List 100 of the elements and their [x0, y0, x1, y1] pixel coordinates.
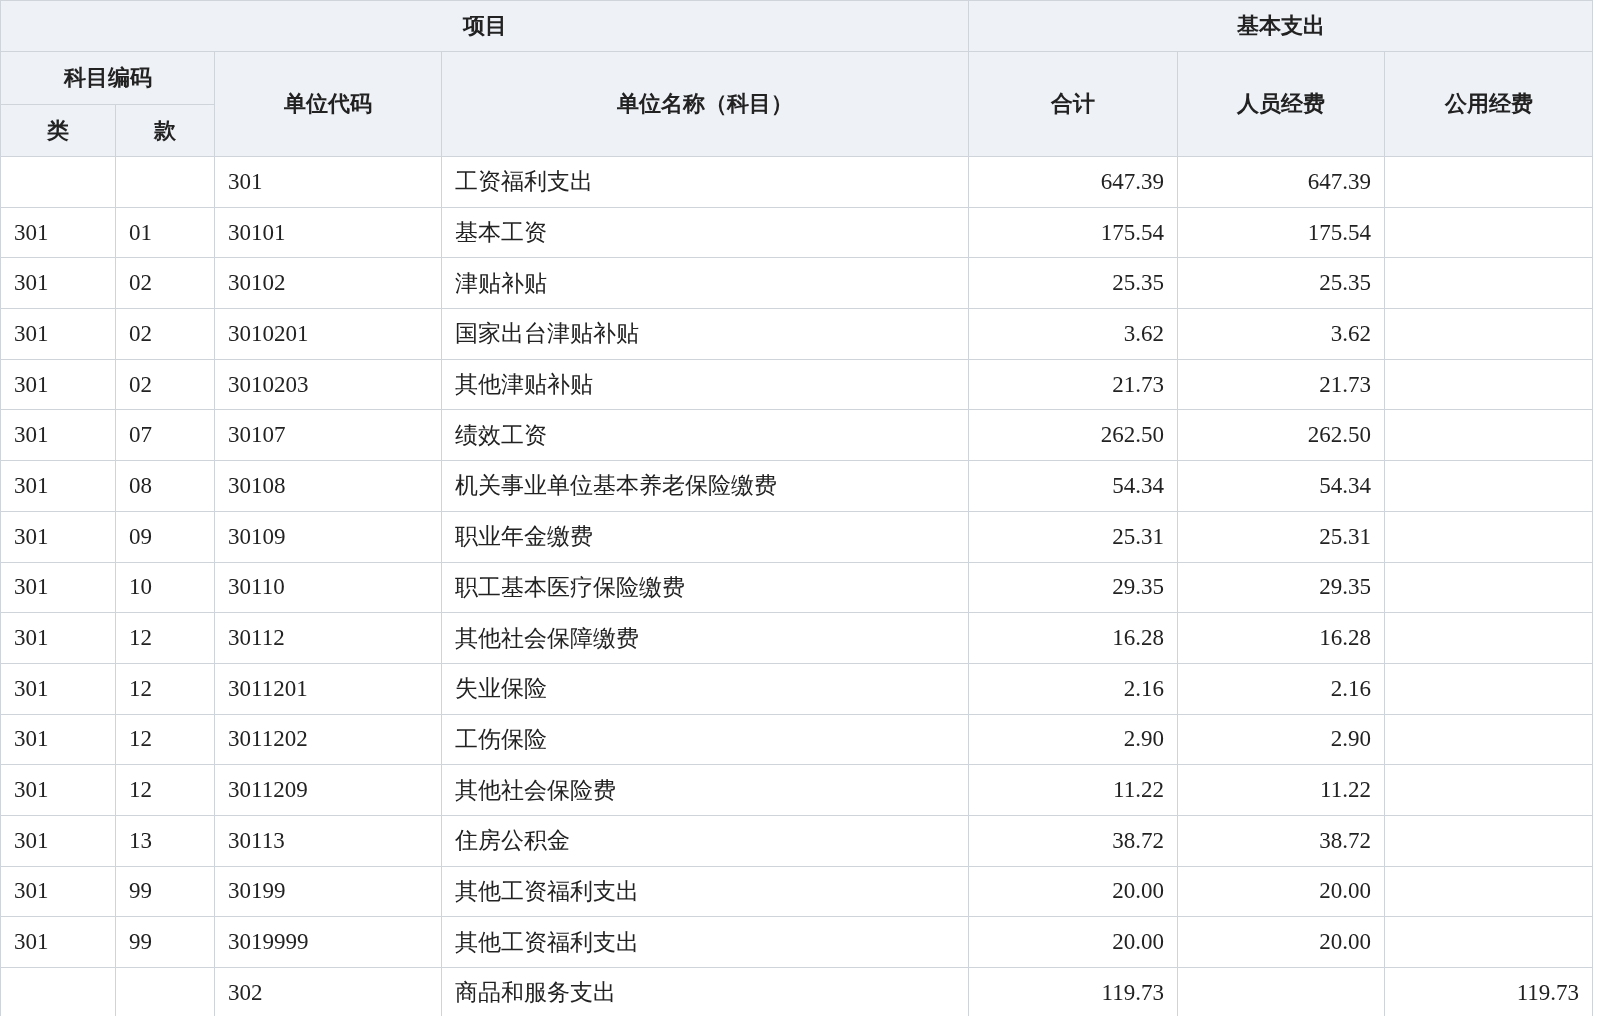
- header-cell: 基本支出: [968, 0, 1593, 52]
- table-cell: 10: [115, 562, 215, 613]
- table-cell: 16.28: [1177, 612, 1385, 664]
- table-cell: 13: [115, 815, 215, 867]
- table-cell: 30110: [214, 562, 442, 613]
- table-cell: 20.00: [1177, 866, 1385, 917]
- table-cell: 职业年金缴费: [441, 511, 969, 562]
- table-cell: 工资福利支出: [441, 156, 969, 208]
- table-cell: 301: [214, 156, 442, 208]
- table-cell: 其他津贴补贴: [441, 359, 969, 410]
- table-cell: 301: [0, 815, 116, 867]
- header-cell: 类: [0, 104, 116, 157]
- table-cell: 基本工资: [441, 207, 969, 258]
- table-cell: 机关事业单位基本养老保险缴费: [441, 460, 969, 512]
- table-cell: 01: [115, 207, 215, 258]
- header-cell: 单位代码: [214, 51, 442, 157]
- table-cell: 失业保险: [441, 663, 969, 715]
- table-cell: 11.22: [1177, 764, 1385, 816]
- table-cell: 3011201: [214, 663, 442, 715]
- table-cell: 12: [115, 663, 215, 715]
- table-cell: 301: [0, 663, 116, 715]
- header-cell: 款: [115, 104, 215, 157]
- table-cell: 54.34: [1177, 460, 1385, 512]
- table-cell: 38.72: [1177, 815, 1385, 867]
- table-cell: 02: [115, 257, 215, 309]
- table-cell: 其他社会保障缴费: [441, 612, 969, 664]
- table-cell: 99: [115, 866, 215, 917]
- table-cell: 301: [0, 511, 116, 562]
- table-cell: 30199: [214, 866, 442, 917]
- table-cell: 175.54: [968, 207, 1178, 258]
- table-cell: 3.62: [968, 308, 1178, 360]
- table-cell: 99: [115, 916, 215, 968]
- table-cell: 301: [0, 612, 116, 664]
- header-cell: 科目编码: [0, 51, 215, 105]
- table-cell: 301: [0, 257, 116, 309]
- table-cell: 其他工资福利支出: [441, 866, 969, 917]
- header-cell: 合计: [968, 51, 1178, 157]
- table-cell: 07: [115, 409, 215, 461]
- table-cell: 20.00: [968, 916, 1178, 968]
- table-cell: 54.34: [968, 460, 1178, 512]
- table-cell: 3011202: [214, 714, 442, 765]
- table-cell: 647.39: [968, 156, 1178, 208]
- table-cell: 3011209: [214, 764, 442, 816]
- table-cell: 29.35: [1177, 562, 1385, 613]
- table-cell: 30101: [214, 207, 442, 258]
- table-cell: 25.35: [1177, 257, 1385, 309]
- table-cell: 20.00: [968, 866, 1178, 917]
- table-cell: 301: [0, 714, 116, 765]
- table-cell: 30102: [214, 257, 442, 309]
- table-cell: 30108: [214, 460, 442, 512]
- table-cell: 国家出台津贴补贴: [441, 308, 969, 360]
- table-cell: 301: [0, 409, 116, 461]
- table-cell: 38.72: [968, 815, 1178, 867]
- header-cell: 公用经费: [1384, 51, 1593, 157]
- header-cell: 单位名称（科目）: [441, 51, 969, 157]
- table-cell: 12: [115, 764, 215, 816]
- table-cell: 301: [0, 916, 116, 968]
- table-cell: 津贴补贴: [441, 257, 969, 309]
- table-cell: 2.90: [1177, 714, 1385, 765]
- table-cell: 301: [0, 562, 116, 613]
- table-cell: 12: [115, 714, 215, 765]
- table-cell: 16.28: [968, 612, 1178, 664]
- table-cell: 02: [115, 308, 215, 360]
- table-cell: 262.50: [1177, 409, 1385, 461]
- table-cell: 2.90: [968, 714, 1178, 765]
- table-cell: 25.31: [968, 511, 1178, 562]
- table-cell: 647.39: [1177, 156, 1385, 208]
- table-cell: 30113: [214, 815, 442, 867]
- table-cell: 30107: [214, 409, 442, 461]
- table-cell: 08: [115, 460, 215, 512]
- table-cell: 25.35: [968, 257, 1178, 309]
- table-cell: 3010203: [214, 359, 442, 410]
- table-cell: 21.73: [1177, 359, 1385, 410]
- table-cell: 3010201: [214, 308, 442, 360]
- table-cell: 175.54: [1177, 207, 1385, 258]
- table-cell: 其他工资福利支出: [441, 916, 969, 968]
- table-cell: 其他社会保险费: [441, 764, 969, 816]
- table-cell: 301: [0, 764, 116, 816]
- table-cell: 09: [115, 511, 215, 562]
- table-cell: 301: [0, 308, 116, 360]
- header-cell: 人员经费: [1177, 51, 1385, 157]
- table-cell: 25.31: [1177, 511, 1385, 562]
- table-cell: 11.22: [968, 764, 1178, 816]
- table-cell: 02: [115, 359, 215, 410]
- table-cell: 301: [0, 460, 116, 512]
- table-cell: 30109: [214, 511, 442, 562]
- table-cell: 21.73: [968, 359, 1178, 410]
- table-cell: 262.50: [968, 409, 1178, 461]
- table-cell: 3019999: [214, 916, 442, 968]
- table-cell: 3.62: [1177, 308, 1385, 360]
- header-cell: 项目: [0, 0, 969, 52]
- table-cell: 工伤保险: [441, 714, 969, 765]
- table-cell: 20.00: [1177, 916, 1385, 968]
- table-cell: 29.35: [968, 562, 1178, 613]
- table-cell: 301: [0, 359, 116, 410]
- table-cell: 2.16: [968, 663, 1178, 715]
- table-cell: 住房公积金: [441, 815, 969, 867]
- table-cell: 12: [115, 612, 215, 664]
- table-cell: 301: [0, 207, 116, 258]
- table-cell: 30112: [214, 612, 442, 664]
